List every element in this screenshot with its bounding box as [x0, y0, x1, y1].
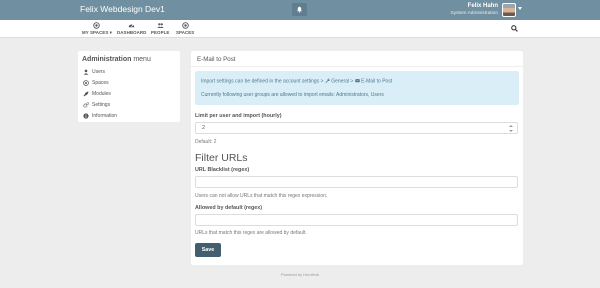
filter-urls-heading: Filter URLs	[195, 152, 248, 164]
save-button[interactable]: Save	[195, 243, 221, 257]
breadcrumb-separator: >	[350, 78, 354, 85]
nav-spaces[interactable]: SPACES	[176, 22, 194, 35]
sidebar-item-information[interactable]: Information	[83, 113, 117, 119]
search-icon[interactable]	[511, 25, 518, 32]
sidebar-item-label: Settings	[92, 102, 111, 108]
number-spinner[interactable]	[508, 125, 514, 132]
bell-icon	[297, 6, 302, 13]
panel-title: E-Mail to Post	[197, 56, 236, 63]
info-circle-icon	[83, 113, 89, 119]
avatar[interactable]	[502, 3, 516, 17]
info-line-groups: Currently following user groups are allo…	[201, 92, 384, 98]
brand-title[interactable]: Felix Webdesign Dev1	[80, 4, 165, 14]
blacklist-label: URL Blacklist (regex)	[195, 167, 250, 173]
email-to-post-panel: E-Mail to Post Import settings can be de…	[191, 51, 523, 265]
blacklist-input[interactable]	[195, 176, 518, 188]
user-name[interactable]: Felix Hahn	[468, 3, 498, 9]
limit-value: 2	[202, 125, 205, 131]
nav-label: DASHBOARD	[117, 30, 147, 35]
chevron-down-icon[interactable]	[518, 7, 522, 10]
divider	[191, 66, 523, 67]
sidebar-item-label: Modules	[92, 91, 111, 97]
sidebar-item-spaces[interactable]: Spaces	[83, 80, 109, 86]
email-to-post-link[interactable]: E-Mail to Post	[361, 79, 392, 85]
limit-label: Limit per user and import (hourly)	[195, 113, 282, 119]
allowed-input[interactable]	[195, 214, 518, 226]
nav-people[interactable]: PEOPLE	[151, 22, 169, 35]
sidebar-item-label: Information	[92, 113, 118, 119]
nav-label: MY SPACES ▾	[82, 30, 112, 35]
administration-menu: Administration menu Users Spaces Modules…	[78, 51, 180, 122]
user-role: System Administration	[450, 11, 498, 16]
menu-title-rest: menu	[131, 56, 151, 63]
envelope-icon	[354, 78, 360, 83]
info-line-settings: Import settings can be defined in the ac…	[201, 78, 392, 85]
general-link[interactable]: General	[331, 79, 349, 85]
users-icon	[157, 23, 164, 28]
dot-circle-icon	[93, 22, 101, 29]
sidebar-item-label: Spaces	[92, 80, 109, 86]
nav-my-spaces[interactable]: MY SPACES ▾	[82, 22, 112, 36]
inbox-icon	[83, 80, 89, 86]
sidebar-item-users[interactable]: Users	[83, 69, 105, 75]
footer-powered-by[interactable]: Powered by HumHub	[0, 272, 600, 277]
info-alert: Import settings can be defined in the ac…	[195, 71, 519, 105]
sidebar-item-label: Users	[92, 69, 106, 75]
spin-up-icon[interactable]	[509, 125, 513, 127]
info-text: Import settings can be defined in the ac…	[201, 78, 324, 85]
rocket-icon	[83, 91, 89, 97]
sidebar-item-settings[interactable]: Settings	[83, 102, 110, 108]
limit-default-hint: Default: 2	[195, 139, 217, 145]
wrench-icon	[325, 78, 330, 83]
menu-title-bold: Administration	[82, 56, 132, 63]
nav-label: PEOPLE	[151, 30, 170, 35]
dot-circle-icon	[181, 22, 189, 29]
limit-input[interactable]: 2	[195, 122, 518, 134]
allowed-help: URLs that match this regex are allowed b…	[195, 230, 307, 236]
spin-down-icon[interactable]	[509, 130, 513, 132]
user-icon	[83, 69, 89, 75]
top-bar: Felix Webdesign Dev1 Felix Hahn System A…	[0, 0, 600, 20]
notifications-button[interactable]	[292, 3, 307, 16]
allowed-label: Allowed by default (regex)	[195, 205, 263, 211]
cogs-icon	[83, 102, 89, 108]
menu-title: Administration menu	[82, 56, 151, 63]
tachometer-icon	[128, 24, 135, 28]
blacklist-help: Users can not allow URLs that match this…	[195, 193, 328, 199]
nav-dashboard[interactable]: DASHBOARD	[117, 22, 146, 35]
nav-label: SPACES	[176, 30, 195, 35]
sidebar-item-modules[interactable]: Modules	[83, 91, 111, 97]
main-navigation: MY SPACES ▾ DASHBOARD PEOPLE SPACES	[0, 20, 600, 38]
